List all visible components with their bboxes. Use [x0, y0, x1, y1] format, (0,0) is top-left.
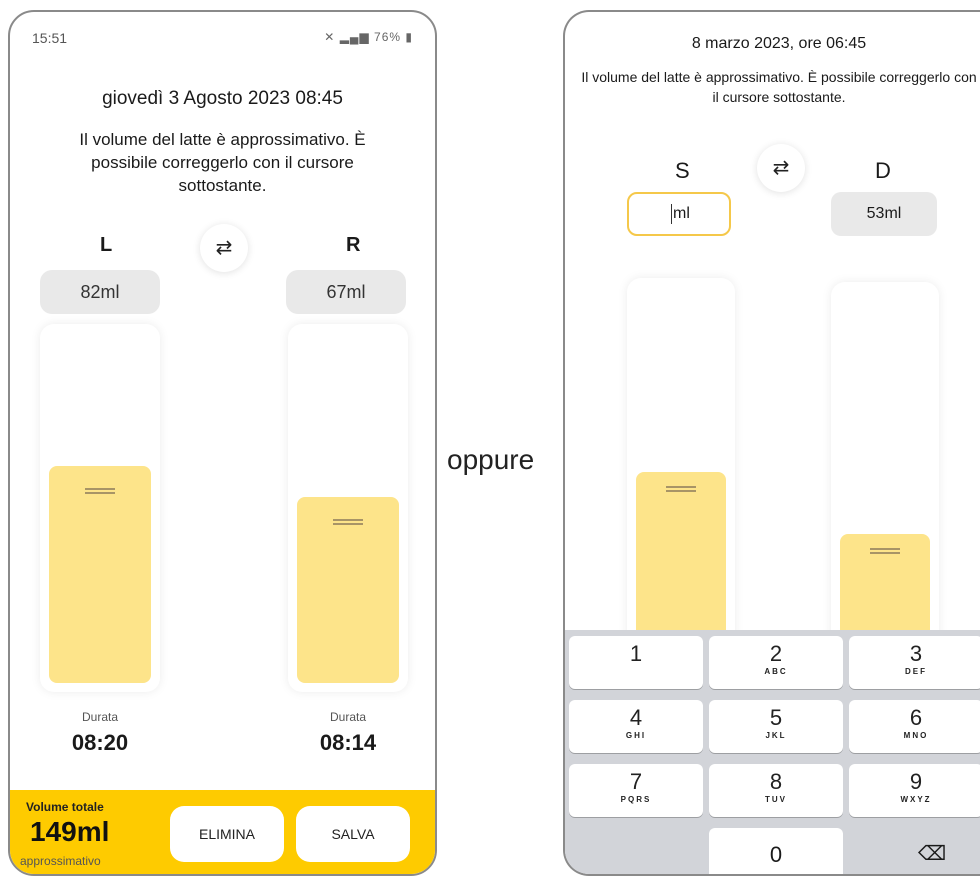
battery-icon: ▮	[405, 30, 413, 44]
swap-sides-button[interactable]: ⇄	[757, 144, 805, 192]
key-letters: GHI	[625, 731, 647, 740]
backspace-icon: ⌫	[917, 843, 947, 865]
swap-sides-button[interactable]: ⇄	[200, 224, 248, 272]
text-cursor	[671, 203, 672, 224]
left-drag-handle[interactable]	[85, 488, 115, 494]
mute-icon: ✕	[324, 30, 336, 44]
key-6[interactable]: 6 MNO	[849, 700, 980, 753]
key-0[interactable]: 0	[709, 828, 843, 874]
left-volume-fill	[636, 472, 726, 649]
key-digit: 1	[629, 641, 643, 666]
right-duration-label: Durata	[329, 710, 367, 724]
signal-icon: ▂▄▆	[339, 30, 370, 44]
left-volume-fill	[49, 466, 151, 683]
key-7[interactable]: 7 PQRS	[569, 764, 703, 817]
right-drag-handle[interactable]	[333, 519, 363, 525]
phone-screen-right: 8 marzo 2023, ore 06:45 Il volume del la…	[563, 10, 980, 876]
key-3[interactable]: 3 DEF	[849, 636, 980, 689]
session-date: 8 marzo 2023, ore 06:45	[691, 35, 867, 52]
battery-level: 76%	[374, 30, 402, 44]
session-date: giovedì 3 Agosto 2023 08:45	[102, 88, 343, 109]
key-digit: 4	[629, 705, 643, 730]
swap-icon: ⇄	[772, 157, 790, 179]
key-letters: WXYZ	[900, 795, 932, 804]
right-breast-label: R	[346, 234, 361, 256]
key-letters: DEF	[905, 667, 927, 676]
key-letters: ABC	[764, 667, 788, 676]
delete-button[interactable]: ELIMINA	[170, 806, 284, 862]
volume-note: Il volume del latte è approssimativo. È …	[79, 130, 366, 195]
key-0-digit: 0	[769, 842, 783, 867]
left-duration-value: 08:20	[71, 730, 129, 755]
left-volume-slider[interactable]	[627, 278, 735, 658]
status-icons: ✕ ▂▄▆ 76% ▮	[324, 30, 413, 44]
key-letters: TUV	[765, 795, 787, 804]
total-volume-label: Volume totale	[26, 800, 104, 814]
left-drag-handle[interactable]	[666, 486, 696, 492]
key-4[interactable]: 4 GHI	[569, 700, 703, 753]
key-8[interactable]: 8 TUV	[709, 764, 843, 817]
left-volume-field[interactable]: 82ml	[40, 270, 160, 314]
left-duration-label: Durata	[81, 710, 119, 724]
key-digit: 9	[909, 769, 923, 794]
right-volume-slider[interactable]	[288, 324, 408, 692]
key-digit: 6	[909, 705, 923, 730]
left-volume-slider[interactable]	[40, 324, 160, 692]
key-letters: MNO	[903, 731, 929, 740]
key-digit: 8	[769, 769, 783, 794]
key-digit: 7	[629, 769, 643, 794]
save-button[interactable]: SALVA	[296, 806, 410, 862]
numeric-keypad: 1 2 ABC 3 DEF 4 GHI 5 JKL 6 MNO 7 PQRS 8 TUV 9 WXYZ 0 ⌫	[565, 630, 980, 874]
right-volume-field[interactable]: 67ml	[286, 270, 406, 314]
key-9[interactable]: 9 WXYZ	[849, 764, 980, 817]
right-volume-field[interactable]: 53ml	[831, 192, 937, 236]
key-letters: PQRS	[620, 795, 652, 804]
key-2[interactable]: 2 ABC	[709, 636, 843, 689]
volume-note: Il volume del latte è approssimativo. È …	[581, 69, 977, 105]
key-1[interactable]: 1	[569, 636, 703, 689]
separator-text: oppure	[447, 444, 535, 475]
right-volume-fill	[297, 497, 399, 683]
left-breast-label: L	[100, 234, 113, 256]
right-duration-value: 08:14	[319, 730, 377, 755]
total-volume-value: 149ml	[30, 816, 110, 847]
key-letters: JKL	[765, 731, 787, 740]
right-breast-label: D	[875, 158, 891, 183]
status-time: 15:51	[32, 30, 68, 46]
backspace-key[interactable]: ⌫	[865, 828, 980, 874]
key-5[interactable]: 5 JKL	[709, 700, 843, 753]
left-volume-input[interactable]: ml	[627, 192, 731, 236]
footer-bar: Volume totale 149ml approssimativo ELIMI…	[10, 790, 435, 874]
phone-screen-left: 15:51 ✕ ▂▄▆ 76% ▮ giovedì 3 Agosto 2023 …	[8, 10, 437, 876]
left-volume-input-value: ml	[673, 205, 690, 222]
key-digit: 3	[909, 641, 923, 666]
right-drag-handle[interactable]	[870, 548, 900, 554]
total-volume-subtitle: approssimativo	[20, 854, 101, 868]
key-digit: 5	[769, 705, 783, 730]
left-breast-label: S	[675, 158, 690, 183]
right-volume-slider[interactable]	[831, 282, 939, 658]
swap-icon: ⇄	[215, 237, 233, 259]
key-digit: 2	[769, 641, 783, 666]
